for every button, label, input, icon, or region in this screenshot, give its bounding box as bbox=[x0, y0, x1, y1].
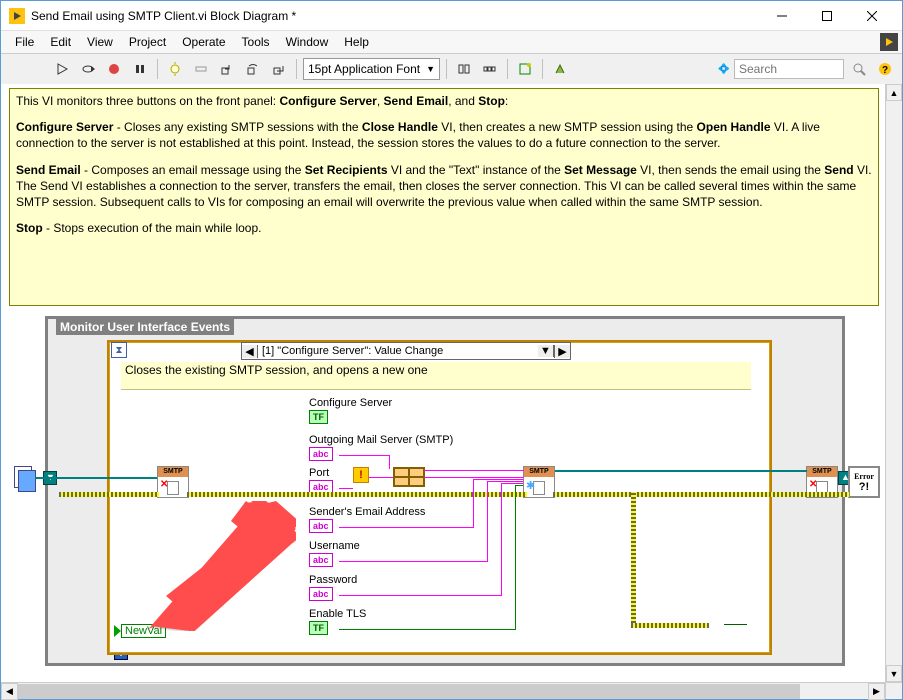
maximize-button[interactable] bbox=[804, 2, 849, 30]
event-case-selector[interactable]: ◀ [1] "Configure Server": Value Change ▼… bbox=[241, 342, 571, 360]
window-title: Send Email using SMTP Client.vi Block Di… bbox=[31, 9, 759, 23]
terminal-label: Configure Server bbox=[309, 397, 392, 409]
terminal-label: Port bbox=[309, 467, 333, 479]
cleanup-button[interactable] bbox=[514, 58, 536, 80]
smtp-session-constant[interactable] bbox=[14, 466, 36, 494]
shift-register-left[interactable] bbox=[43, 471, 57, 485]
while-loop-label: Monitor User Interface Events bbox=[56, 319, 234, 335]
event-dropdown-icon[interactable]: ▼ bbox=[538, 345, 554, 357]
labview-logo-icon bbox=[880, 33, 898, 51]
step-out-button[interactable] bbox=[268, 58, 290, 80]
bundle-node[interactable] bbox=[393, 467, 425, 487]
font-select[interactable]: 15pt Application Font ▼ bbox=[303, 58, 440, 80]
event-dynamic-terminal[interactable]: ⧗ bbox=[111, 342, 127, 358]
help-button[interactable]: ? bbox=[874, 58, 896, 80]
terminal-label: Outgoing Mail Server (SMTP) bbox=[309, 434, 453, 446]
newval-terminal[interactable]: NewVal bbox=[121, 624, 166, 638]
scroll-right-icon[interactable]: ▶ bbox=[868, 683, 885, 700]
tf-terminal-icon: TF bbox=[309, 410, 328, 424]
search-input[interactable] bbox=[734, 59, 844, 79]
menu-file[interactable]: File bbox=[7, 33, 42, 51]
abc-terminal-icon: abc bbox=[309, 553, 333, 567]
block-diagram-canvas[interactable]: This VI monitors three buttons on the fr… bbox=[1, 84, 902, 682]
subvi-header: SMTP bbox=[524, 467, 554, 477]
abort-button[interactable] bbox=[103, 58, 125, 80]
terminal-password[interactable]: Password abc bbox=[309, 574, 357, 601]
close-button[interactable] bbox=[849, 2, 894, 30]
run-button[interactable] bbox=[51, 58, 73, 80]
subvi-header: SMTP bbox=[807, 467, 837, 477]
event-comment[interactable]: Closes the existing SMTP session, and op… bbox=[121, 362, 751, 390]
terminal-label: Sender's Email Address bbox=[309, 506, 425, 518]
toolbar: 15pt Application Font ▼ 💠 ? bbox=[1, 53, 902, 85]
menu-view[interactable]: View bbox=[79, 33, 121, 51]
subvi-header: SMTP bbox=[158, 467, 188, 477]
minimize-button[interactable] bbox=[759, 2, 804, 30]
font-label: 15pt Application Font bbox=[308, 62, 420, 76]
step-into-button[interactable] bbox=[216, 58, 238, 80]
step-over-button[interactable] bbox=[242, 58, 264, 80]
menu-help[interactable]: Help bbox=[336, 33, 377, 51]
event-prev-icon[interactable]: ◀ bbox=[242, 345, 258, 358]
scroll-down-icon[interactable]: ▼ bbox=[886, 665, 902, 682]
newval-terminal-icon bbox=[114, 625, 121, 637]
align-button[interactable] bbox=[453, 58, 475, 80]
scroll-left-icon[interactable]: ◀ bbox=[1, 683, 18, 700]
menu-project[interactable]: Project bbox=[121, 33, 174, 51]
highlight-execution-button[interactable] bbox=[164, 58, 186, 80]
scroll-thumb[interactable] bbox=[18, 684, 800, 699]
terminal-sender-email[interactable]: Sender's Email Address abc bbox=[309, 506, 425, 533]
abc-terminal-icon: abc bbox=[309, 519, 333, 533]
terminal-username[interactable]: Username abc bbox=[309, 540, 360, 567]
terminal-label: Username bbox=[309, 540, 360, 552]
smtp-close-vi[interactable]: SMTP ✕ bbox=[157, 466, 189, 498]
terminal-port[interactable]: Port abc bbox=[309, 467, 333, 494]
toolbar-divider bbox=[296, 59, 297, 79]
horizontal-scrollbar[interactable]: ◀ ▶ bbox=[1, 682, 885, 699]
reorder-button[interactable] bbox=[549, 58, 571, 80]
terminal-label: Enable TLS bbox=[309, 608, 366, 620]
pause-button[interactable] bbox=[129, 58, 151, 80]
menu-operate[interactable]: Operate bbox=[174, 33, 233, 51]
toolbar-divider bbox=[446, 59, 447, 79]
tf-terminal-icon: TF bbox=[309, 621, 328, 635]
retain-wire-button[interactable] bbox=[190, 58, 212, 80]
run-continuously-button[interactable] bbox=[77, 58, 99, 80]
abc-terminal-icon: abc bbox=[309, 587, 333, 601]
search-icon[interactable] bbox=[848, 58, 870, 80]
toolbar-divider bbox=[157, 59, 158, 79]
app-icon bbox=[9, 8, 25, 24]
menubar: File Edit View Project Operate Tools Win… bbox=[1, 31, 902, 53]
menu-window[interactable]: Window bbox=[278, 33, 337, 51]
close-x-icon: ✕ bbox=[160, 479, 168, 490]
error-label: Error bbox=[854, 472, 874, 481]
smtp-close-vi-outer[interactable]: SMTP ✕ bbox=[806, 466, 838, 498]
open-star-icon: ✱ bbox=[526, 479, 535, 492]
terminal-label: Password bbox=[309, 574, 357, 586]
toolbar-divider bbox=[507, 59, 508, 79]
toolbar-divider bbox=[542, 59, 543, 79]
abc-terminal-icon: abc bbox=[309, 480, 333, 494]
scroll-up-icon[interactable]: ▲ bbox=[886, 84, 902, 101]
menu-edit[interactable]: Edit bbox=[42, 33, 79, 51]
simple-error-handler-vi[interactable]: Error ?! bbox=[848, 466, 880, 498]
svg-text:?: ? bbox=[882, 65, 888, 76]
scrollbar-corner bbox=[885, 682, 902, 699]
terminal-configure-server[interactable]: Configure Server TF bbox=[309, 397, 392, 424]
menu-tools[interactable]: Tools bbox=[234, 33, 278, 51]
close-x-icon: ✕ bbox=[809, 479, 817, 490]
coerce-node[interactable]: ! bbox=[353, 467, 369, 483]
chevron-down-icon: ▼ bbox=[426, 64, 435, 74]
titlebar: Send Email using SMTP Client.vi Block Di… bbox=[1, 1, 902, 31]
terminal-enable-tls[interactable]: Enable TLS TF bbox=[309, 608, 366, 635]
event-case-label: [1] "Configure Server": Value Change bbox=[258, 345, 538, 357]
vertical-scrollbar[interactable]: ▲ ▼ bbox=[885, 84, 902, 682]
terminal-outgoing-mail[interactable]: Outgoing Mail Server (SMTP) abc bbox=[309, 434, 453, 461]
smtp-open-vi[interactable]: SMTP ✱ bbox=[523, 466, 555, 498]
abc-terminal-icon: abc bbox=[309, 447, 333, 461]
event-next-icon[interactable]: ▶ bbox=[554, 345, 570, 358]
error-question-icon: ?! bbox=[859, 481, 869, 493]
comment-description[interactable]: This VI monitors three buttons on the fr… bbox=[9, 88, 879, 306]
distribute-button[interactable] bbox=[479, 58, 501, 80]
